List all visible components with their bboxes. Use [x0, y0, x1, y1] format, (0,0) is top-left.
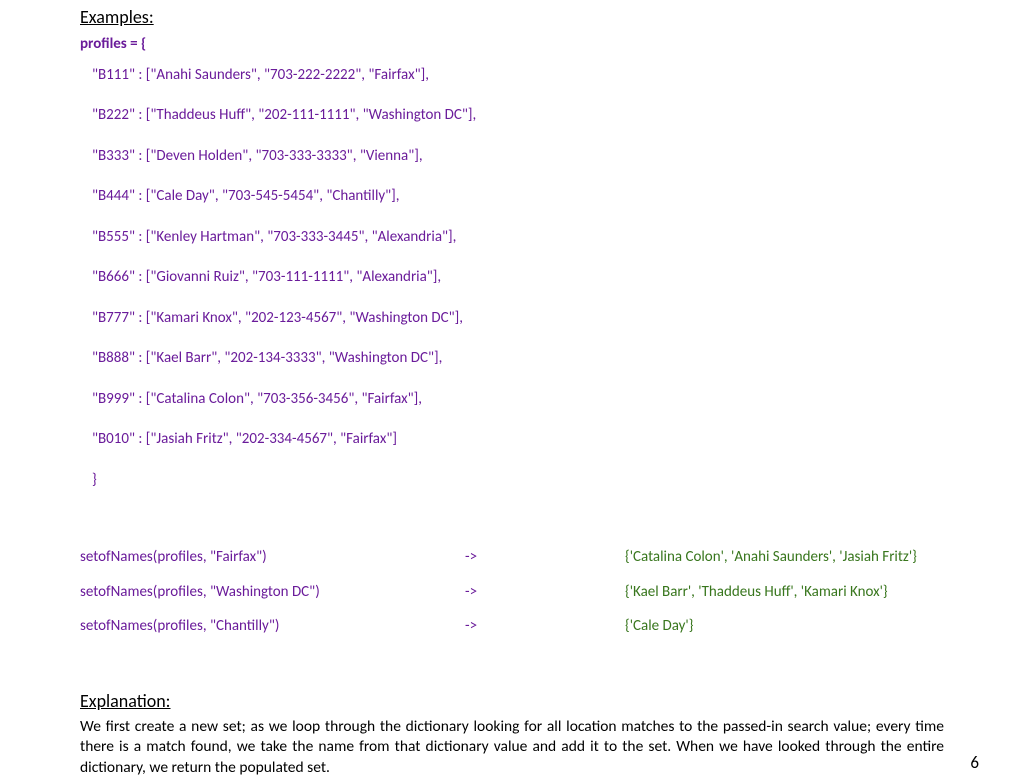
code-line: "B555" : ["Kenley Hartman", "703-333-344… [92, 226, 944, 249]
code-line: "B010" : ["Jasiah Fritz", "202-334-4567"… [92, 428, 944, 451]
code-line: "B111" : ["Anahi Saunders", "703-222-222… [92, 64, 944, 87]
example-row: setofNames(profiles, "Fairfax") -> {'Cat… [80, 546, 944, 569]
explanation-text: We first create a new set; as we loop th… [80, 717, 944, 779]
arrow-icon: -> [465, 546, 625, 569]
example-row: setofNames(profiles, "Chantilly") -> {'C… [80, 615, 944, 638]
code-line: "B999" : ["Catalina Colon", "703-356-345… [92, 388, 944, 411]
examples-heading: Examples: [80, 4, 944, 31]
arrow-icon: -> [465, 615, 625, 638]
code-line: "B333" : ["Deven Holden", "703-333-3333"… [92, 145, 944, 168]
code-line: "B777" : ["Kamari Knox", "202-123-4567",… [92, 307, 944, 330]
code-line: "B666" : ["Giovanni Ruiz", "703-111-1111… [92, 266, 944, 289]
page-number: 6 [970, 750, 979, 776]
example-call: setofNames(profiles, "Fairfax") [80, 546, 465, 569]
code-line: "B222" : ["Thaddeus Huff", "202-111-1111… [92, 104, 944, 127]
code-line: "B888" : ["Kael Barr", "202-134-3333", "… [92, 347, 944, 370]
arrow-icon: -> [465, 581, 625, 604]
code-header: profiles = { [80, 33, 944, 56]
code-block: "B111" : ["Anahi Saunders", "703-222-222… [92, 64, 944, 451]
explanation-heading: Explanation: [80, 688, 944, 715]
example-result: {'Kael Barr', 'Thaddeus Huff', 'Kamari K… [625, 581, 888, 604]
example-result: {'Cale Day'} [625, 615, 693, 638]
example-result: {'Catalina Colon', 'Anahi Saunders', 'Ja… [625, 546, 917, 569]
example-call: setofNames(profiles, "Chantilly") [80, 615, 465, 638]
example-call: setofNames(profiles, "Washington DC") [80, 581, 465, 604]
code-close: } [92, 469, 944, 492]
example-row: setofNames(profiles, "Washington DC") ->… [80, 581, 944, 604]
code-line: "B444" : ["Cale Day", "703-545-5454", "C… [92, 185, 944, 208]
